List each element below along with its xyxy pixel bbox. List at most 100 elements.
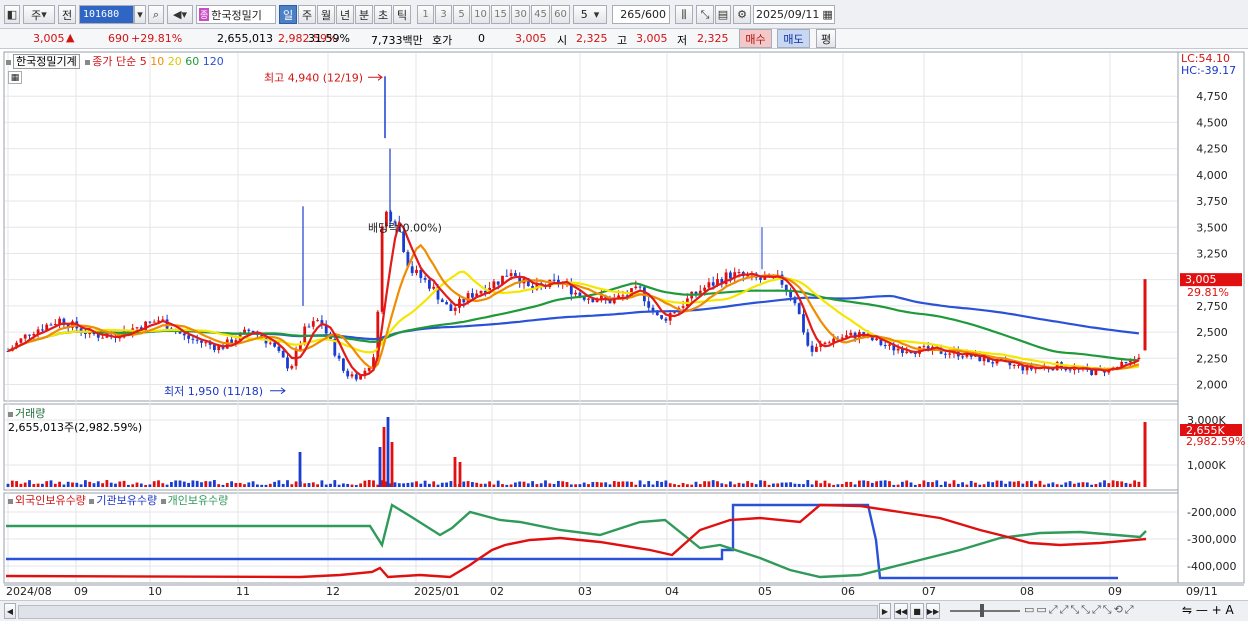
scroll-right-button[interactable]: ▶ bbox=[879, 603, 891, 619]
date-input[interactable]: 2025/09/11 ▦ bbox=[753, 5, 835, 24]
x-axis-label: 07 bbox=[922, 585, 936, 598]
volume-bar bbox=[440, 482, 444, 487]
candle-body bbox=[182, 333, 186, 336]
price-tick-label: 3,250 bbox=[1196, 247, 1228, 260]
ma60-legend[interactable]: 60 bbox=[185, 55, 199, 68]
candle-body bbox=[806, 332, 810, 346]
horizontal-scrollbar[interactable] bbox=[18, 605, 878, 619]
stop-button[interactable]: ■ bbox=[910, 603, 924, 619]
period-tab-5[interactable]: 초 bbox=[374, 5, 392, 24]
interval-button-1[interactable]: 1 bbox=[417, 5, 434, 24]
institution-legend[interactable]: 기관보유수량 bbox=[96, 494, 157, 507]
candle-body bbox=[711, 282, 715, 286]
drawing-tools-icon[interactable]: ▭▭⤢⤢⤡⤡⤢⤡⟲⤢ bbox=[1024, 603, 1136, 617]
stock-code-input[interactable]: 101680 bbox=[79, 5, 134, 24]
volume-bar bbox=[686, 484, 689, 487]
period-tab-4[interactable]: 분 bbox=[355, 5, 373, 24]
interval-button-30[interactable]: 30 bbox=[511, 5, 530, 24]
candle-body bbox=[849, 332, 853, 336]
stock-legend-name[interactable]: 한국정밀기계 bbox=[13, 54, 80, 69]
volume-bar bbox=[122, 480, 126, 487]
individual-legend[interactable]: 개인보유수량 bbox=[168, 494, 229, 507]
volume-bar bbox=[664, 480, 668, 487]
period-tab-3[interactable]: 년 bbox=[336, 5, 354, 24]
chart-type-icon[interactable]: ◧ bbox=[4, 5, 20, 24]
candle-body bbox=[101, 337, 104, 339]
volume-bar bbox=[23, 482, 27, 487]
table-toggle-button[interactable]: ▦ bbox=[8, 71, 22, 84]
sell-button[interactable]: 매도 bbox=[777, 29, 810, 48]
chart-area[interactable]: 4,7504,5004,2504,0003,7503,5003,2503,000… bbox=[0, 50, 1248, 621]
period-tab-0[interactable]: 일 bbox=[279, 5, 297, 24]
current-price: 3,005 bbox=[515, 32, 547, 45]
market-select[interactable]: 주 ▾ bbox=[23, 5, 55, 24]
volume-bar bbox=[737, 482, 741, 487]
volume-panel[interactable] bbox=[3, 403, 1179, 491]
volume-bar bbox=[776, 483, 780, 487]
volume-bar bbox=[225, 483, 229, 487]
forward-button[interactable]: ▶▶ bbox=[926, 603, 940, 619]
volume-bar bbox=[1107, 483, 1111, 487]
zoom-slider-handle[interactable] bbox=[980, 604, 984, 617]
volume-bar bbox=[243, 484, 246, 487]
volume-bar bbox=[569, 484, 573, 487]
volume-bar bbox=[733, 484, 737, 487]
zoom-controls-icon[interactable]: ⇋ — + A bbox=[1182, 603, 1234, 617]
volume-pct-tag-text: 2,982.59% bbox=[1186, 435, 1245, 448]
candle-body bbox=[316, 320, 319, 322]
volume-bar bbox=[320, 480, 324, 487]
ma10-legend[interactable]: 10 bbox=[150, 55, 164, 68]
volume-bar bbox=[862, 480, 866, 487]
rewind-button[interactable]: ◀◀ bbox=[894, 603, 908, 619]
volume-bar bbox=[991, 482, 995, 487]
volume-bar bbox=[896, 484, 900, 487]
search-button[interactable]: ⌕ bbox=[148, 5, 164, 24]
candle-button[interactable]: ⫼ bbox=[675, 5, 693, 24]
custom-interval-select[interactable]: 5 ▾ bbox=[573, 5, 607, 24]
interval-button-15[interactable]: 15 bbox=[491, 5, 510, 24]
zoom-slider[interactable] bbox=[950, 610, 1020, 612]
x-axis-label: 08 bbox=[1020, 585, 1034, 598]
candle-body bbox=[888, 344, 891, 346]
flat-button[interactable]: 평 bbox=[816, 29, 836, 48]
interval-button-45[interactable]: 45 bbox=[531, 5, 550, 24]
volume-bar bbox=[45, 481, 49, 487]
ma120-legend[interactable]: 120 bbox=[203, 55, 224, 68]
volume-bar bbox=[870, 482, 874, 487]
foreign-legend[interactable]: 외국인보유수량 bbox=[15, 494, 86, 507]
count-input[interactable]: 265/600 bbox=[612, 5, 670, 24]
interval-button-10[interactable]: 10 bbox=[471, 5, 490, 24]
draw-button[interactable]: ⤡ bbox=[696, 5, 714, 24]
interval-button-5[interactable]: 5 bbox=[453, 5, 470, 24]
volume-bar bbox=[58, 481, 61, 487]
period-tab-2[interactable]: 월 bbox=[317, 5, 335, 24]
buy-button[interactable]: 매수 bbox=[739, 29, 772, 48]
market-label: 주 bbox=[31, 8, 42, 22]
volume-bar bbox=[1085, 482, 1089, 487]
chart-svg[interactable]: 4,7504,5004,2504,0003,7503,5003,2503,000… bbox=[0, 50, 1248, 621]
save-button[interactable]: ▤ bbox=[715, 5, 731, 24]
settings-button[interactable]: ⚙ bbox=[733, 5, 751, 24]
price-panel[interactable] bbox=[3, 51, 1179, 402]
code-dropdown[interactable]: ▾ bbox=[134, 5, 146, 24]
period-tab-6[interactable]: 틱 bbox=[393, 5, 411, 24]
ma20-legend[interactable]: 20 bbox=[168, 55, 182, 68]
volume-bar bbox=[131, 484, 135, 487]
interval-button-60[interactable]: 60 bbox=[551, 5, 570, 24]
scroll-left-button[interactable]: ◀ bbox=[4, 603, 16, 619]
stock-name-field[interactable]: 종 한국정밀기 bbox=[196, 5, 276, 24]
volume-bar bbox=[281, 483, 285, 487]
price: 3,005 bbox=[33, 32, 65, 45]
ma5-legend[interactable]: 5 bbox=[140, 55, 147, 68]
interval-button-3[interactable]: 3 bbox=[435, 5, 452, 24]
speaker-button[interactable]: ◀▾ bbox=[167, 5, 193, 24]
period-tab-1[interactable]: 주 bbox=[298, 5, 316, 24]
candle-body bbox=[496, 281, 500, 285]
volume-bar bbox=[32, 484, 36, 487]
volume-bar bbox=[694, 481, 698, 487]
prev-button[interactable]: 전 bbox=[58, 5, 76, 24]
legend-chip-icon bbox=[85, 59, 91, 65]
candle-body bbox=[402, 231, 405, 252]
candle-body bbox=[797, 303, 801, 315]
holdings-tick-label: -200,000 bbox=[1187, 506, 1236, 519]
